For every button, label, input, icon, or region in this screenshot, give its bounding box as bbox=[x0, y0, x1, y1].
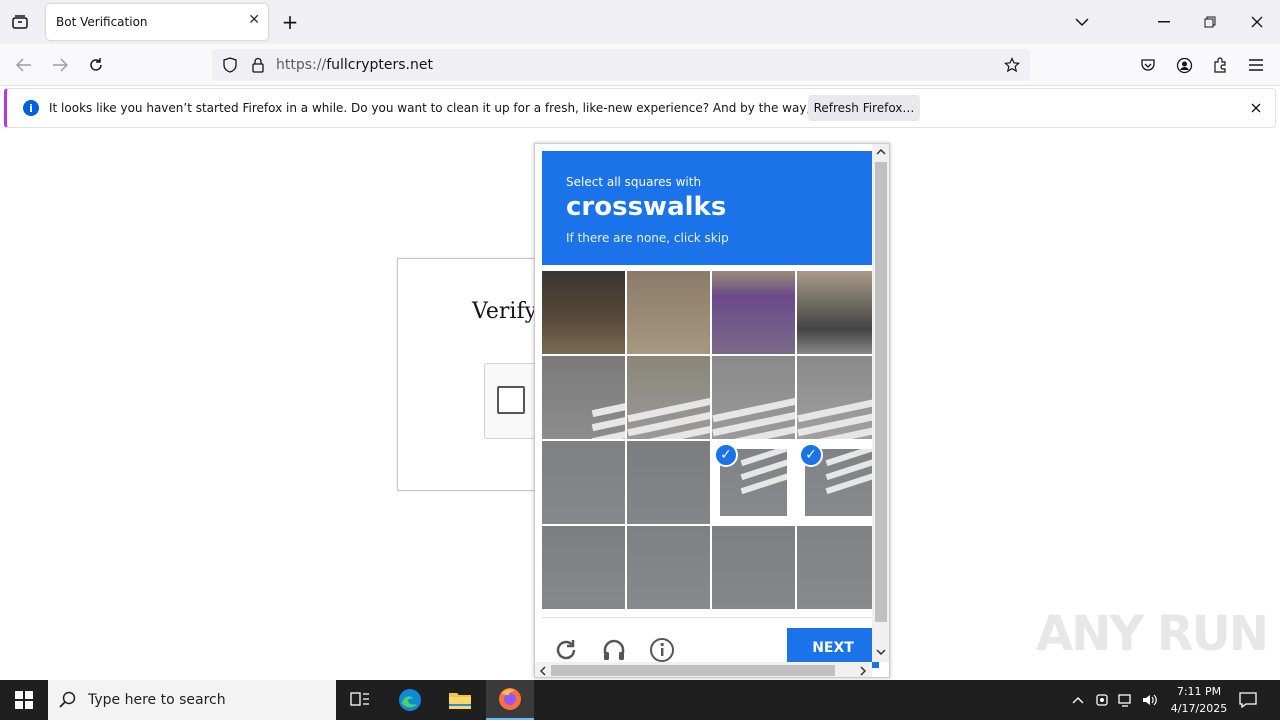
action-center-icon[interactable] bbox=[1236, 688, 1260, 712]
restore-icon[interactable] bbox=[1198, 10, 1222, 34]
minimize-icon[interactable] bbox=[1152, 10, 1176, 34]
captcha-tile[interactable] bbox=[627, 441, 710, 524]
file-explorer-icon[interactable] bbox=[440, 680, 480, 720]
close-tab-icon[interactable]: ✕ bbox=[248, 12, 260, 28]
captcha-tile[interactable] bbox=[627, 271, 710, 354]
url-scheme: https:// bbox=[276, 57, 327, 73]
captcha-subtext: If there are none, click skip bbox=[566, 231, 729, 245]
new-tab-icon[interactable]: + bbox=[278, 10, 302, 34]
captcha-grid: ✓ ✓ bbox=[542, 271, 880, 609]
selected-check-icon: ✓ bbox=[799, 443, 823, 467]
scroll-left-arrow-icon[interactable] bbox=[535, 662, 551, 677]
tab-title: Bot Verification bbox=[56, 15, 148, 29]
navigation-bar: https://fullcrypters.net bbox=[0, 44, 1280, 86]
close-window-icon[interactable] bbox=[1245, 10, 1269, 34]
back-icon[interactable] bbox=[12, 53, 36, 77]
crosswalk-stripe bbox=[591, 401, 625, 418]
captcha-tile[interactable] bbox=[542, 441, 625, 524]
notification-message: It looks like you haven’t started Firefo… bbox=[49, 101, 905, 115]
tab-list-icon[interactable] bbox=[8, 10, 32, 34]
captcha-tile[interactable]: ✓ bbox=[797, 441, 880, 524]
account-icon[interactable] bbox=[1172, 53, 1196, 77]
vertical-scrollbar-thumb[interactable] bbox=[875, 162, 887, 622]
scroll-up-arrow-icon[interactable] bbox=[872, 144, 889, 160]
captcha-tile[interactable] bbox=[712, 271, 795, 354]
captcha-challenge: Select all squares with crosswalks If th… bbox=[534, 143, 890, 678]
network-icon[interactable] bbox=[1116, 688, 1136, 712]
shield-icon[interactable] bbox=[214, 57, 246, 73]
captcha-tile[interactable] bbox=[797, 526, 880, 609]
captcha-tile[interactable] bbox=[542, 271, 625, 354]
forward-icon[interactable] bbox=[48, 53, 72, 77]
selected-check-icon: ✓ bbox=[714, 443, 738, 467]
captcha-checkbox[interactable] bbox=[497, 386, 525, 414]
firefox-taskbar-icon[interactable] bbox=[486, 680, 534, 720]
pocket-icon[interactable] bbox=[1136, 53, 1160, 77]
task-view-icon[interactable] bbox=[340, 680, 380, 720]
system-clock[interactable]: 7:11 PM 4/17/2025 bbox=[1160, 683, 1238, 717]
refresh-firefox-button[interactable]: Refresh Firefox… bbox=[808, 95, 920, 121]
captcha-instruction: Select all squares with bbox=[566, 175, 702, 189]
lock-icon[interactable] bbox=[246, 57, 270, 73]
captcha-tile[interactable]: ✓ bbox=[712, 441, 795, 524]
volume-icon[interactable] bbox=[1140, 688, 1160, 712]
reload-icon[interactable] bbox=[84, 53, 108, 77]
menu-icon[interactable] bbox=[1244, 53, 1268, 77]
notification-bar: i It looks like you haven’t started Fire… bbox=[4, 88, 1276, 128]
captcha-header: Select all squares with crosswalks If th… bbox=[542, 151, 872, 265]
captcha-tile[interactable] bbox=[627, 526, 710, 609]
watermark-logo: ANY RUN bbox=[1036, 606, 1269, 662]
crosswalk-stripe bbox=[591, 415, 625, 432]
clock-date: 4/17/2025 bbox=[1170, 702, 1228, 715]
captcha-tile[interactable] bbox=[712, 526, 795, 609]
captcha-tile[interactable] bbox=[712, 356, 795, 439]
scroll-right-arrow-icon[interactable] bbox=[855, 662, 871, 677]
clock-time: 7:11 PM bbox=[1176, 685, 1222, 698]
search-placeholder: Type here to search bbox=[88, 692, 226, 708]
captcha-tile[interactable] bbox=[542, 526, 625, 609]
url-bar[interactable]: https://fullcrypters.net bbox=[212, 49, 1030, 81]
tab-bot-verification[interactable]: Bot Verification ✕ bbox=[46, 4, 268, 40]
captcha-target: crosswalks bbox=[566, 192, 727, 222]
tab-strip: Bot Verification ✕ + bbox=[0, 0, 1280, 44]
edge-browser-icon[interactable] bbox=[390, 680, 430, 720]
windows-start-icon[interactable] bbox=[0, 680, 48, 720]
captcha-tile[interactable] bbox=[797, 271, 880, 354]
info-icon: i bbox=[23, 100, 39, 116]
url-text[interactable]: https://fullcrypters.net bbox=[276, 57, 433, 73]
captcha-footer: NEXT bbox=[542, 617, 879, 668]
close-notification-icon[interactable] bbox=[1249, 101, 1263, 115]
search-icon bbox=[48, 691, 88, 709]
url-host: fullcrypters.net bbox=[326, 57, 433, 73]
captcha-tile[interactable] bbox=[542, 356, 625, 439]
taskbar: Type here to search 7:11 PM 4/17/2025 bbox=[0, 680, 1280, 720]
bookmark-star-icon[interactable] bbox=[1000, 53, 1024, 77]
captcha-tile[interactable] bbox=[627, 356, 710, 439]
crosswalk-stripe bbox=[591, 429, 625, 439]
chevron-down-icon[interactable] bbox=[1070, 10, 1094, 34]
taskbar-search-input[interactable]: Type here to search bbox=[48, 680, 336, 720]
captcha-tile[interactable] bbox=[797, 356, 880, 439]
scroll-down-arrow-icon[interactable] bbox=[872, 644, 889, 660]
extensions-icon[interactable] bbox=[1208, 53, 1232, 77]
show-hidden-icons-chevron-icon[interactable] bbox=[1068, 688, 1088, 712]
meet-now-icon[interactable] bbox=[1092, 688, 1112, 712]
horizontal-scrollbar-thumb[interactable] bbox=[551, 665, 835, 676]
